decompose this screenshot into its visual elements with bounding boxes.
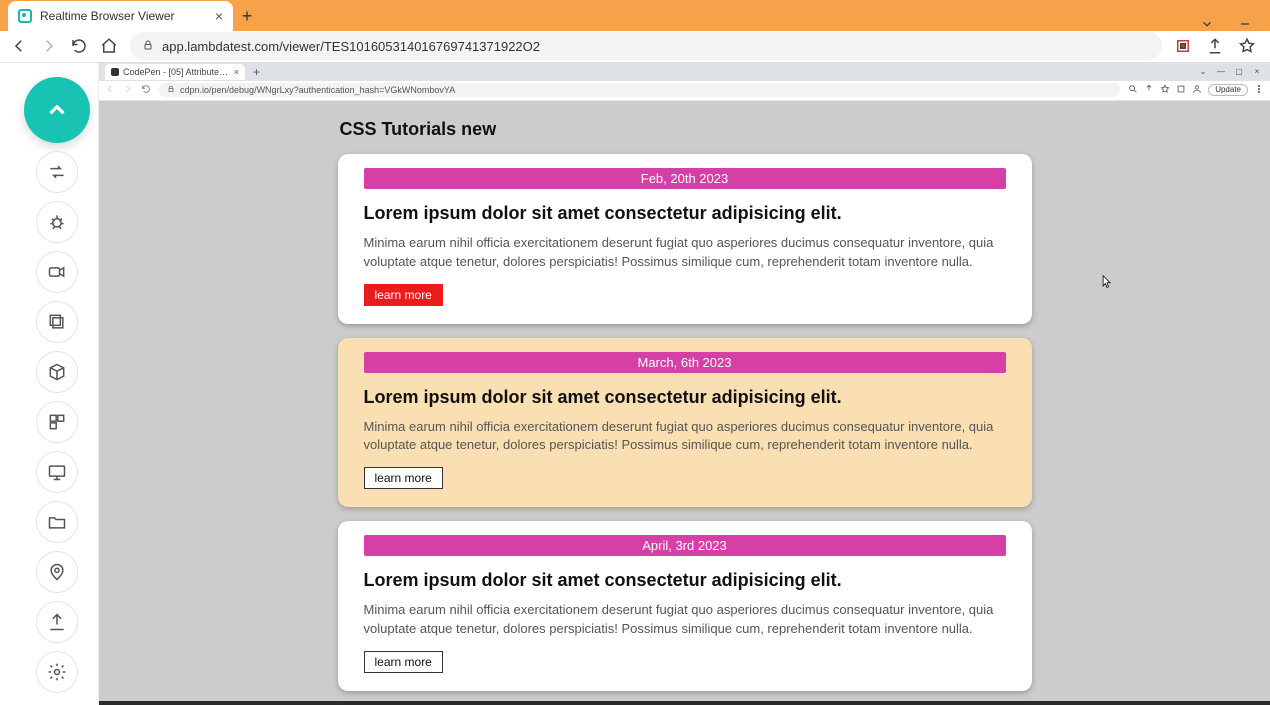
inner-share-icon[interactable] (1144, 84, 1154, 96)
article-date: Feb, 20th 2023 (364, 168, 1006, 189)
scroll-top-fab[interactable] (24, 77, 90, 143)
inner-profile-icon[interactable] (1192, 84, 1202, 96)
new-tab-button[interactable]: + (233, 3, 261, 31)
star-icon[interactable] (1238, 37, 1256, 55)
screen-icon[interactable] (36, 451, 78, 493)
inner-lock-icon (167, 85, 175, 95)
chevron-down-icon[interactable] (1200, 17, 1214, 31)
learn-more-button[interactable]: learn more (364, 284, 443, 306)
inner-forward-button[interactable] (123, 84, 133, 96)
switch-icon[interactable] (36, 151, 78, 193)
bottom-strip (99, 701, 1270, 705)
inner-address-bar[interactable]: cdpn.io/pen/debug/WNgrLxy?authentication… (159, 83, 1120, 97)
video-icon[interactable] (36, 251, 78, 293)
inner-star-icon[interactable] (1160, 84, 1170, 96)
inner-tab-strip: CodePen - [05] Attribute Select… × + ⌄ —… (99, 63, 1270, 81)
article-title: Lorem ipsum dolor sit amet consectetur a… (364, 570, 1006, 591)
gallery-icon[interactable] (36, 301, 78, 343)
inner-browser-tab[interactable]: CodePen - [05] Attribute Select… × (105, 64, 245, 80)
article-body: Minima earum nihil officia exercitatione… (364, 418, 1006, 456)
article-card: Feb, 20th 2023 Lorem ipsum dolor sit ame… (338, 154, 1032, 324)
bug-icon[interactable] (36, 201, 78, 243)
outer-address-bar[interactable]: app.lambdatest.com/viewer/TES10160531401… (130, 32, 1162, 60)
inner-menu-icon[interactable] (1254, 84, 1264, 96)
outer-tab-title: Realtime Browser Viewer (40, 9, 207, 23)
inner-update-button[interactable]: Update (1208, 84, 1248, 96)
reload-button[interactable] (70, 37, 88, 55)
inner-chevron-down-icon[interactable]: ⌄ (1198, 67, 1208, 76)
forward-button[interactable] (40, 37, 58, 55)
mouse-cursor-icon (1102, 275, 1112, 289)
article-body: Minima earum nihil officia exercitatione… (364, 601, 1006, 639)
settings-icon[interactable] (36, 651, 78, 693)
inner-tab-title: CodePen - [05] Attribute Select… (123, 67, 230, 77)
inner-minimize-icon[interactable]: — (1216, 67, 1226, 76)
article-title: Lorem ipsum dolor sit amet consectetur a… (364, 387, 1006, 408)
back-button[interactable] (10, 37, 28, 55)
project-icon[interactable] (36, 401, 78, 443)
article-date: April, 3rd 2023 (364, 535, 1006, 556)
cube-icon[interactable] (36, 351, 78, 393)
share-icon[interactable] (1206, 37, 1224, 55)
article-card: April, 3rd 2023 Lorem ipsum dolor sit am… (338, 521, 1032, 691)
article-body: Minima earum nihil officia exercitatione… (364, 234, 1006, 272)
inner-reload-button[interactable] (141, 84, 151, 96)
page-heading: CSS Tutorials new (340, 119, 1032, 140)
home-button[interactable] (100, 37, 118, 55)
upload-icon[interactable] (36, 601, 78, 643)
page-content: CSS Tutorials new Feb, 20th 2023 Lorem i… (338, 101, 1032, 691)
folder-icon[interactable] (36, 501, 78, 543)
location-icon[interactable] (36, 551, 78, 593)
inner-close-tab-icon[interactable]: × (234, 67, 239, 77)
inner-toolbar: cdpn.io/pen/debug/WNgrLxy?authentication… (99, 81, 1270, 101)
lambdatest-favicon-icon (18, 9, 32, 23)
lambdatest-side-rail (0, 63, 98, 705)
inner-url-text: cdpn.io/pen/debug/WNgrLxy?authentication… (180, 85, 455, 95)
article-card: March, 6th 2023 Lorem ipsum dolor sit am… (338, 338, 1032, 508)
inner-viewport: CSS Tutorials new Feb, 20th 2023 Lorem i… (99, 101, 1270, 705)
outer-tab-strip: Realtime Browser Viewer × + (0, 0, 1270, 31)
learn-more-button[interactable]: learn more (364, 651, 443, 673)
learn-more-button[interactable]: learn more (364, 467, 443, 489)
extension-icon[interactable] (1174, 37, 1192, 55)
inner-close-window-icon[interactable]: × (1252, 67, 1262, 76)
lock-icon (142, 39, 154, 54)
article-date: March, 6th 2023 (364, 352, 1006, 373)
inner-maximize-icon[interactable]: ▢ (1234, 67, 1244, 76)
inner-new-tab-button[interactable]: + (249, 65, 264, 79)
inner-back-button[interactable] (105, 84, 115, 96)
minimize-window-icon[interactable] (1238, 17, 1252, 31)
codepen-favicon-icon (111, 68, 119, 76)
close-tab-icon[interactable]: × (215, 8, 223, 24)
outer-toolbar: app.lambdatest.com/viewer/TES10160531401… (0, 31, 1270, 63)
inner-extensions-icon[interactable] (1176, 84, 1186, 96)
outer-url-text: app.lambdatest.com/viewer/TES10160531401… (162, 39, 540, 54)
inner-browser-frame: CodePen - [05] Attribute Select… × + ⌄ —… (98, 63, 1270, 705)
inner-zoom-icon[interactable] (1128, 84, 1138, 96)
article-title: Lorem ipsum dolor sit amet consectetur a… (364, 203, 1006, 224)
outer-browser-tab[interactable]: Realtime Browser Viewer × (8, 1, 233, 31)
